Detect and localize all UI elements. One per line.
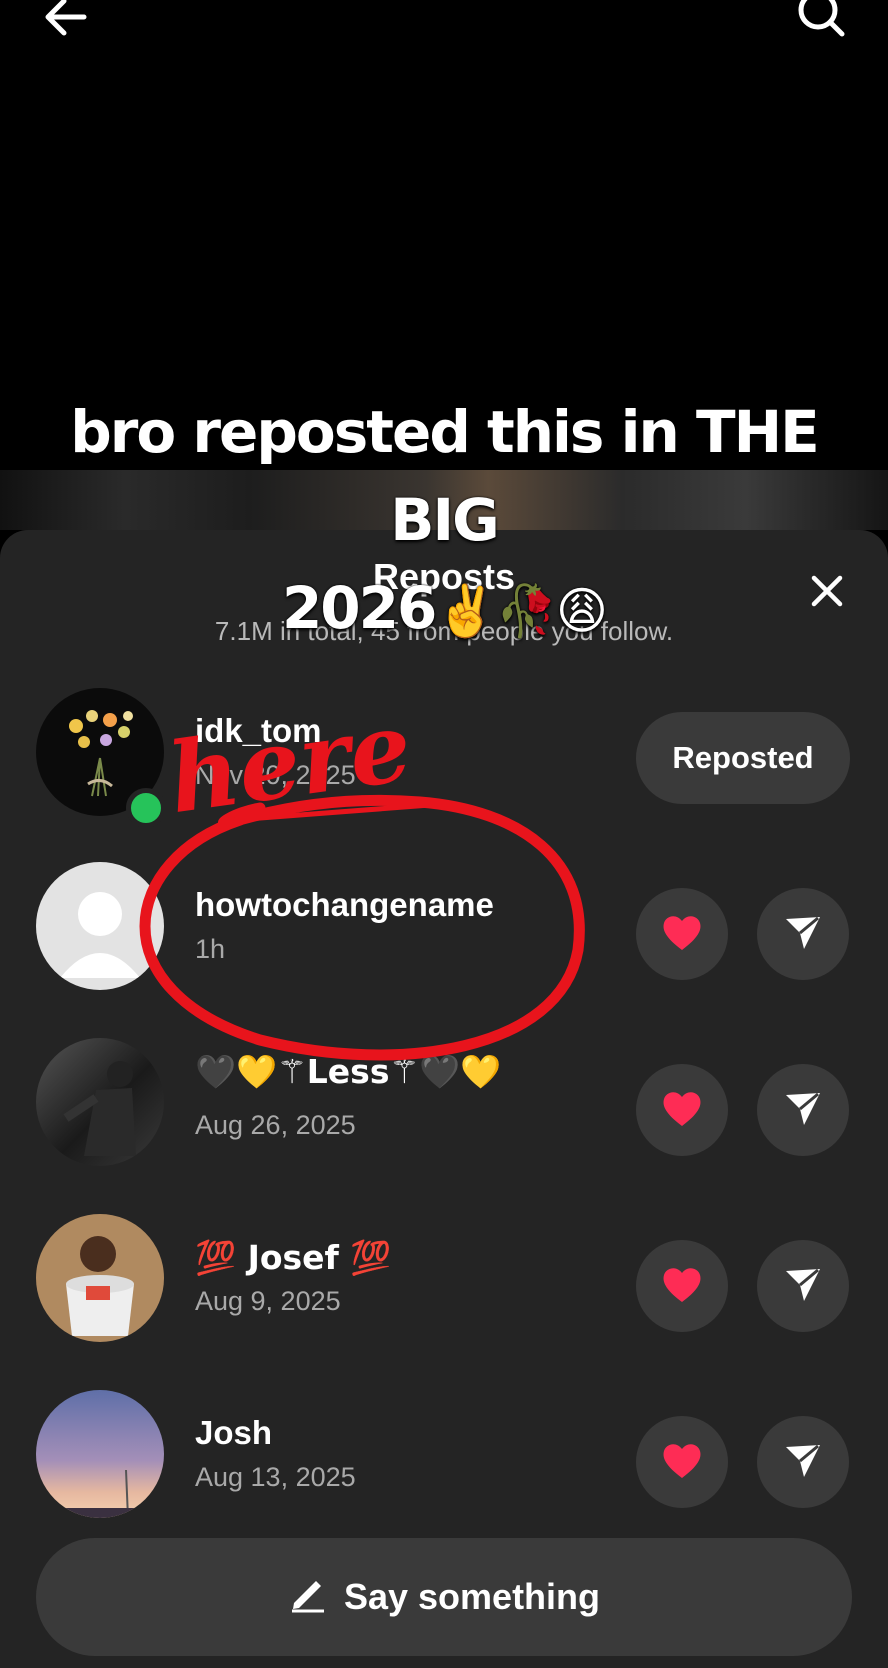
caption-line-1: bro reposted this in THE BIG xyxy=(70,398,819,554)
avatar[interactable] xyxy=(36,1214,164,1342)
back-arrow-icon[interactable] xyxy=(40,0,90,40)
caption-line-2: 2026✌️🥀😩 xyxy=(20,564,868,655)
heart-icon xyxy=(660,1264,704,1309)
list-item[interactable]: Josh Aug 13, 2025 xyxy=(0,1378,888,1528)
avatar[interactable] xyxy=(36,1390,164,1518)
pencil-icon xyxy=(288,1573,344,1622)
username[interactable]: idk_tom xyxy=(195,712,322,750)
like-button[interactable] xyxy=(636,1240,728,1332)
list-item[interactable]: howtochangename 1h xyxy=(0,850,888,1000)
caption-year: 2026 xyxy=(281,574,437,642)
send-icon xyxy=(782,1087,824,1134)
repost-date: Aug 9, 2025 xyxy=(195,1286,341,1316)
send-button[interactable] xyxy=(757,1240,849,1332)
username[interactable]: howtochangename xyxy=(195,886,494,924)
send-icon xyxy=(782,1263,824,1310)
repost-date: Aug 26, 2025 xyxy=(195,1110,356,1140)
like-button[interactable] xyxy=(636,1064,728,1156)
list-item[interactable]: idk_tom Nov 20, 2025 Reposted xyxy=(0,676,888,828)
username[interactable]: 🖤💛⚚Less⚚🖤💛 xyxy=(195,1052,501,1092)
like-button[interactable] xyxy=(636,1416,728,1508)
send-button[interactable] xyxy=(757,1064,849,1156)
top-bar xyxy=(0,0,888,60)
like-button[interactable] xyxy=(636,888,728,980)
list-item[interactable]: 🖤💛⚚Less⚚🖤💛 Aug 26, 2025 xyxy=(0,1026,888,1176)
say-something-button[interactable]: Say something xyxy=(36,1538,852,1656)
avatar[interactable] xyxy=(36,1038,164,1166)
send-button[interactable] xyxy=(757,1416,849,1508)
send-icon xyxy=(782,1439,824,1486)
online-status-dot xyxy=(126,788,166,828)
reposts-sheet: Reposts 7.1M in total, 45 from people yo… xyxy=(0,530,888,1668)
reposted-button[interactable]: Reposted xyxy=(636,712,850,804)
say-something-label: Say something xyxy=(343,1576,601,1617)
send-button[interactable] xyxy=(757,888,849,980)
search-icon[interactable] xyxy=(790,0,850,42)
repost-date: 1h xyxy=(195,934,226,964)
video-caption: bro reposted this in THE BIG 2026✌️🥀😩 xyxy=(20,388,868,655)
list-item[interactable]: 💯 Josef 💯 Aug 9, 2025 xyxy=(0,1202,888,1352)
repost-date: Aug 13, 2025 xyxy=(195,1462,356,1492)
heart-icon xyxy=(660,1088,704,1133)
avatar[interactable] xyxy=(36,862,164,990)
heart-icon xyxy=(660,912,704,957)
repost-date: Nov 20, 2025 xyxy=(195,760,356,790)
send-icon xyxy=(782,911,824,958)
username[interactable]: Josh xyxy=(195,1414,272,1452)
heart-icon xyxy=(660,1440,704,1485)
username[interactable]: 💯 Josef 💯 xyxy=(195,1238,392,1278)
caption-emojis: ✌️🥀😩 xyxy=(435,582,608,640)
